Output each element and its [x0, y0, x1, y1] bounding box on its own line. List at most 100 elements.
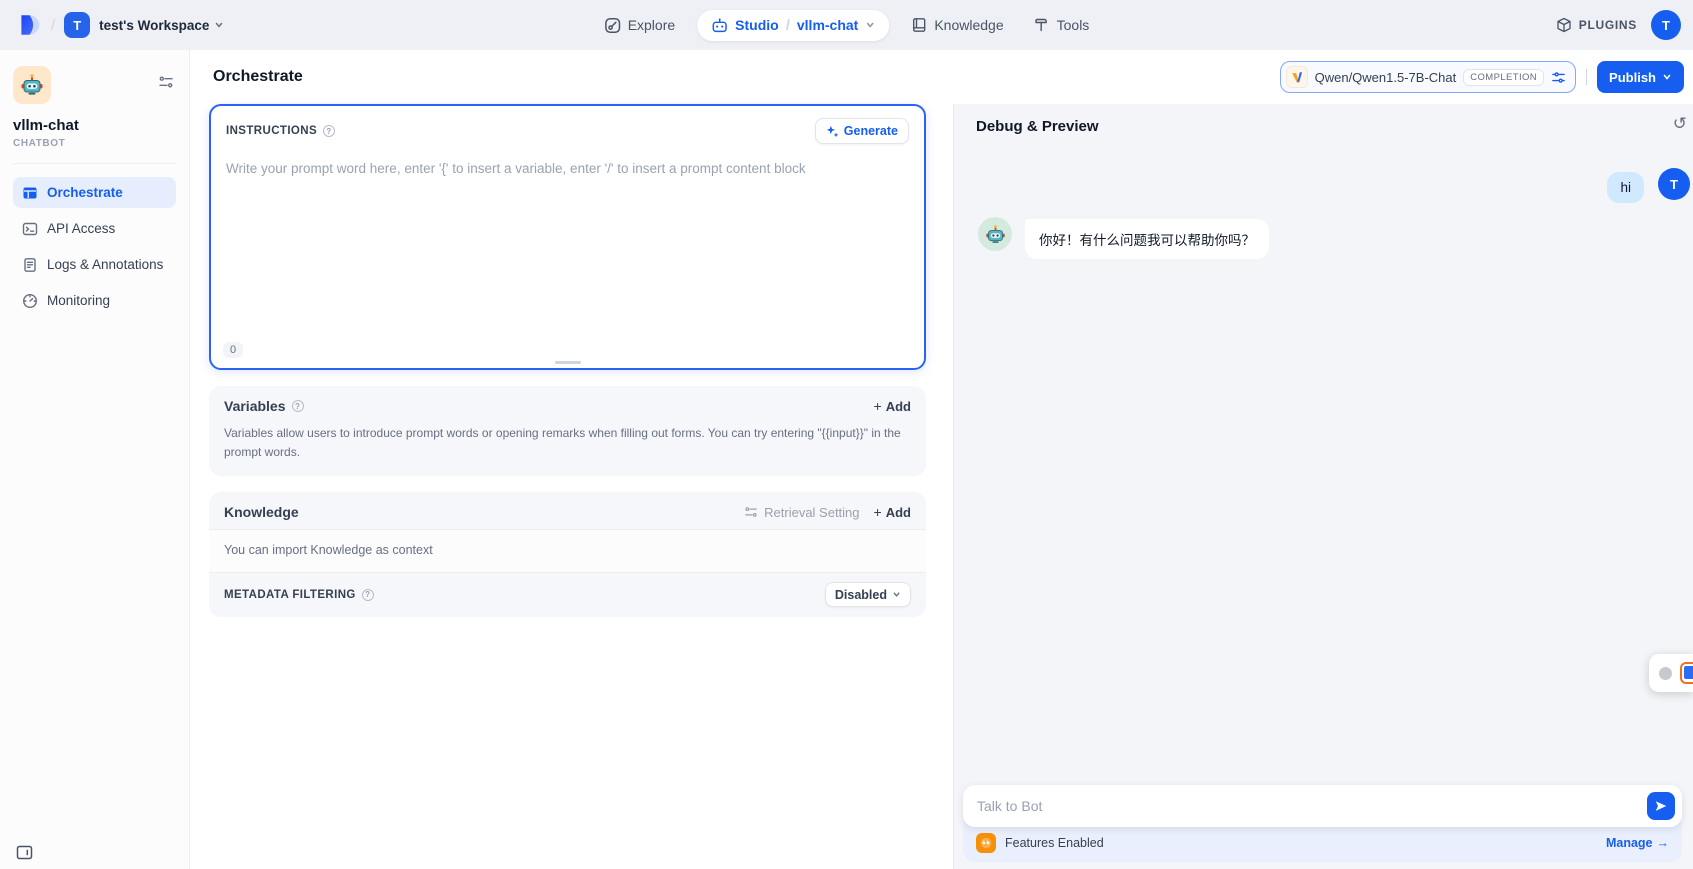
publish-label: Publish [1609, 70, 1656, 85]
paper-plane-icon [1654, 799, 1668, 813]
publish-button[interactable]: Publish [1597, 61, 1684, 93]
model-selector[interactable]: Qwen/Qwen1.5-7B-Chat COMPLETION [1280, 61, 1576, 93]
book-icon [911, 17, 927, 33]
add-variable-button[interactable]: + Add [874, 399, 911, 414]
app-type-label: CHATBOT [13, 138, 176, 149]
arrow-right-icon: → [1657, 836, 1670, 850]
nav-tools-label: Tools [1057, 17, 1090, 33]
main-nav: Explore Studio / vllm-chat Knowledge [596, 0, 1098, 50]
retrieval-setting-label: Retrieval Setting [764, 505, 859, 520]
metadata-filtering-dropdown[interactable]: Disabled [825, 582, 911, 607]
app-icon[interactable] [13, 66, 51, 104]
knowledge-section: Knowledge Retrieval Setting + [209, 492, 926, 617]
citation-feature-icon [976, 833, 996, 853]
window-grid-icon [22, 185, 38, 201]
floating-extension-widget[interactable] [1649, 654, 1693, 692]
app-operations-icon[interactable] [158, 74, 174, 90]
instructions-title: INSTRUCTIONS [226, 125, 317, 137]
gauge-icon [22, 293, 38, 309]
explore-icon [604, 17, 621, 34]
chat-input[interactable] [977, 798, 1647, 814]
sidebar-item-label: Logs & Annotations [47, 257, 163, 272]
add-label: Add [886, 505, 911, 520]
model-mode-badge: COMPLETION [1463, 69, 1544, 86]
nav-current-app: vllm-chat [797, 17, 858, 33]
retrieval-setting-button[interactable]: Retrieval Setting [744, 505, 859, 520]
nav-knowledge[interactable]: Knowledge [903, 11, 1011, 39]
resize-handle[interactable] [555, 361, 581, 364]
variables-title: Variables [224, 398, 286, 414]
model-name: Qwen/Qwen1.5-7B-Chat [1315, 70, 1457, 85]
user-message-avatar: T [1658, 168, 1690, 200]
knowledge-title: Knowledge [224, 504, 299, 520]
robot-icon [711, 17, 728, 34]
plus-icon: + [874, 399, 882, 413]
instructions-panel: INSTRUCTIONS ? Generate Write your promp… [209, 104, 926, 370]
extension-logo-icon[interactable] [1680, 662, 1693, 684]
model-parameters-icon[interactable] [1551, 70, 1566, 85]
workspace-avatar[interactable]: T [64, 12, 90, 38]
generate-button[interactable]: Generate [815, 118, 909, 144]
document-icon [22, 257, 38, 273]
nav-studio[interactable]: Studio / vllm-chat [697, 10, 889, 41]
user-message-bubble: hi [1607, 172, 1644, 203]
generate-label: Generate [844, 124, 898, 138]
workspace-name: test's Workspace [99, 18, 209, 33]
extension-dot-icon[interactable] [1659, 667, 1672, 680]
nav-knowledge-label: Knowledge [934, 17, 1003, 33]
debug-preview-title: Debug & Preview [976, 118, 1099, 135]
nav-explore[interactable]: Explore [596, 11, 683, 40]
user-avatar[interactable]: T [1651, 10, 1681, 40]
breadcrumb-separator: / [786, 17, 790, 34]
debug-preview-panel: Debug & Preview ↺ hi T [953, 104, 1693, 869]
chat-message-bot: 你好！有什么问题我可以帮助你吗？ [954, 217, 1693, 259]
nav-studio-label: Studio [735, 17, 779, 33]
manage-label: Manage [1606, 836, 1653, 850]
restart-conversation-icon[interactable]: ↺ [1673, 115, 1687, 132]
add-knowledge-button[interactable]: + Add [874, 505, 911, 520]
sidebar-item-orchestrate[interactable]: Orchestrate [13, 177, 176, 208]
sidebar-item-logs-annotations[interactable]: Logs & Annotations [13, 249, 176, 280]
character-count: 0 [223, 342, 243, 358]
workspace-selector[interactable]: test's Workspace [99, 18, 224, 33]
top-navigation-bar: / T test's Workspace Explore [0, 0, 1693, 50]
breadcrumb-separator: / [51, 17, 55, 34]
send-button[interactable] [1647, 792, 1675, 820]
help-icon[interactable]: ? [362, 589, 374, 601]
knowledge-description: You can import Knowledge as context [209, 529, 926, 573]
metadata-filtering-row: METADATA FILTERING ? Disabled [209, 573, 926, 617]
metadata-filtering-label: METADATA FILTERING [224, 589, 356, 601]
divider [1586, 69, 1587, 85]
dify-logo[interactable] [16, 12, 42, 38]
nav-tools[interactable]: Tools [1026, 11, 1098, 39]
cube-icon [1556, 17, 1572, 33]
help-icon[interactable]: ? [292, 400, 304, 412]
variables-description: Variables allow users to introduce promp… [209, 423, 926, 476]
sidebar-item-label: Monitoring [47, 293, 110, 308]
add-label: Add [886, 399, 911, 414]
prompt-editor[interactable]: Write your prompt word here, enter '{' t… [226, 161, 909, 176]
collapse-sidebar-icon[interactable] [16, 845, 33, 860]
sidebar-item-monitoring[interactable]: Monitoring [13, 285, 176, 316]
chevron-down-icon[interactable] [865, 20, 875, 30]
nav-explore-label: Explore [628, 17, 675, 33]
help-icon[interactable]: ? [323, 125, 335, 137]
app-name: vllm-chat [13, 117, 176, 134]
plus-icon: + [874, 505, 882, 519]
chat-input-container [963, 785, 1682, 827]
sparkles-icon [826, 125, 839, 138]
sidebar-item-api-access[interactable]: API Access [13, 213, 176, 244]
features-enabled-label: Features Enabled [1005, 836, 1104, 850]
manage-features-link[interactable]: Manage → [1606, 836, 1669, 850]
vllm-logo [1286, 66, 1308, 88]
app-sidebar: vllm-chat CHATBOT Orchestrate API Access [0, 50, 190, 869]
plugins-button[interactable]: PLUGINS [1556, 17, 1637, 33]
chevron-down-icon [214, 20, 224, 30]
divider [13, 163, 176, 164]
bot-message-bubble: 你好！有什么问题我可以帮助你吗？ [1025, 219, 1269, 259]
terminal-icon [22, 221, 38, 237]
page-title: Orchestrate [213, 68, 303, 86]
chat-message-user: hi T [954, 168, 1693, 203]
hammer-icon [1034, 17, 1050, 33]
chat-area: hi T [954, 142, 1693, 785]
